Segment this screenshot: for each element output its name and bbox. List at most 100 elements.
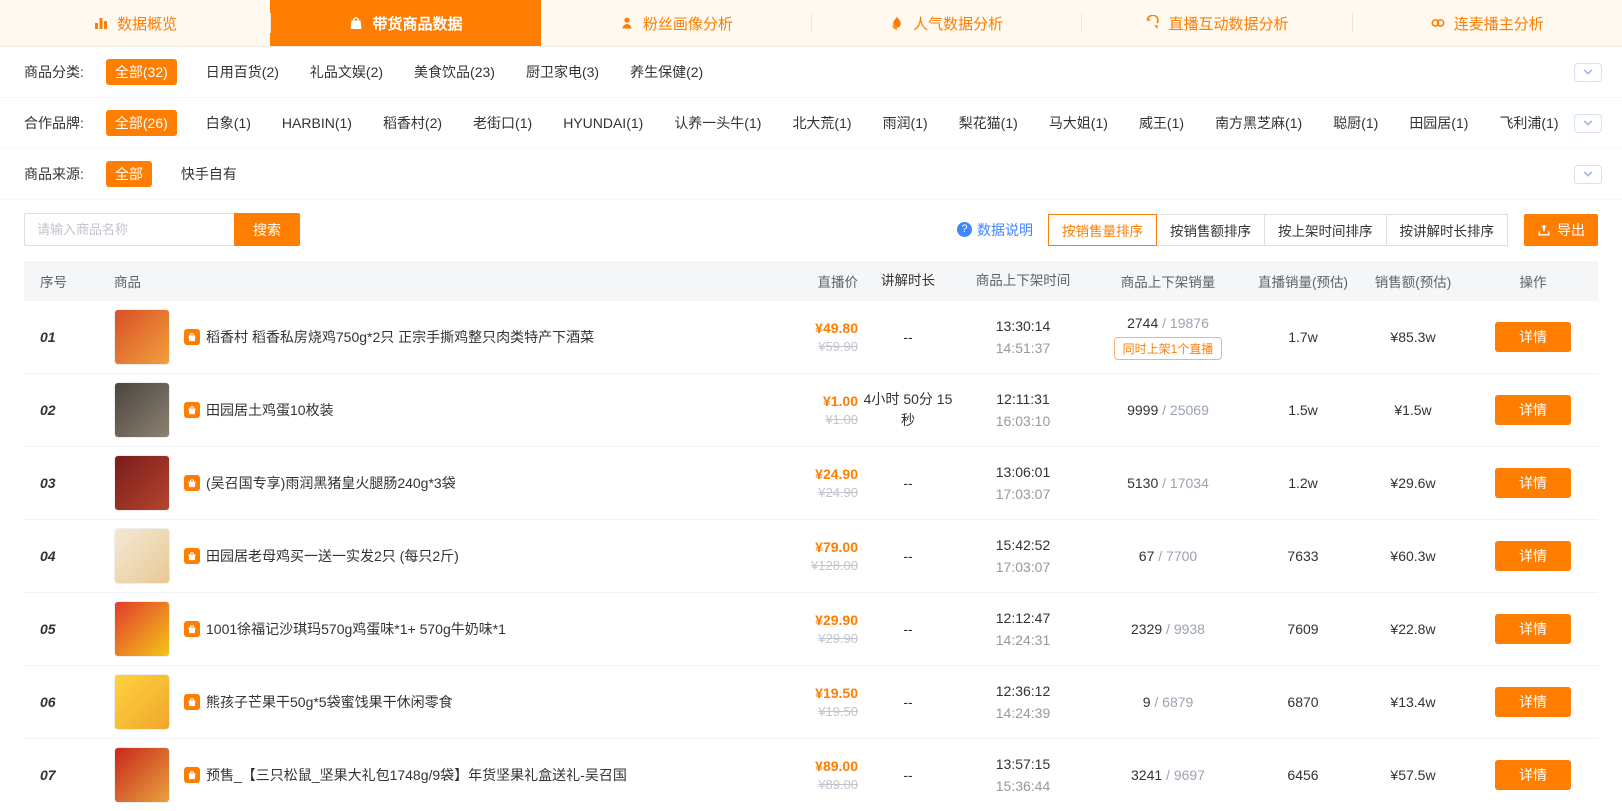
- filter-option[interactable]: 飞利浦(1): [1497, 110, 1560, 136]
- original-price: ¥59.90: [748, 339, 858, 354]
- filter-option[interactable]: HYUNDAI(1): [561, 112, 645, 134]
- shelf-time-cell: 12:12:4714:24:31: [958, 607, 1088, 652]
- sort-button[interactable]: 按讲解时长排序: [1386, 214, 1509, 246]
- filter-option[interactable]: HARBIN(1): [280, 112, 354, 134]
- action-cell: 详情: [1468, 760, 1598, 790]
- product-title[interactable]: 稻香村 稻香私房烧鸡750g*2只 正宗手撕鸡整只肉类特产下酒菜: [206, 327, 594, 347]
- detail-button[interactable]: 详情: [1495, 322, 1571, 352]
- filter-option[interactable]: 田园居(1): [1407, 110, 1470, 136]
- product-title[interactable]: (吴召国专享)雨润黑猪皇火腿肠240g*3袋: [206, 473, 456, 493]
- sort-button[interactable]: 按销售量排序: [1048, 214, 1157, 246]
- shelf-sales: 2744: [1127, 315, 1158, 331]
- data-note-link[interactable]: ? 数据说明: [957, 220, 1033, 240]
- shelf-off-time: 17:03:07: [958, 483, 1088, 505]
- revenue-cell: ¥29.6w: [1358, 475, 1468, 491]
- filter-option[interactable]: 马大姐(1): [1047, 110, 1110, 136]
- filter-option[interactable]: 老街口(1): [471, 110, 534, 136]
- filter-option[interactable]: 全部: [106, 161, 152, 187]
- tab-products[interactable]: 带货商品数据: [270, 0, 540, 46]
- live-price: ¥89.00: [748, 758, 858, 774]
- filter-option[interactable]: 日用百货(2): [204, 59, 281, 85]
- filter-row-brand: 合作品牌: 全部(26) 白象(1) HARBIN(1) 稻香村(2) 老街口(1) HYU…: [0, 98, 1622, 149]
- product-cell: 1001徐福记沙琪玛570g鸡蛋味*1+ 570g牛奶味*1: [94, 601, 748, 657]
- product-title[interactable]: 田园居老母鸡买一送一实发2只 (每只2斤): [206, 546, 459, 566]
- collapse-button[interactable]: [1574, 114, 1602, 133]
- filter-option[interactable]: 雨润(1): [881, 110, 930, 136]
- tab-overview[interactable]: 数据概览: [0, 0, 270, 46]
- live-sales-cell: 7633: [1248, 548, 1358, 564]
- filter-option[interactable]: 稻香村(2): [381, 110, 444, 136]
- row-index: 07: [24, 767, 94, 783]
- live-price: ¥29.90: [748, 612, 858, 628]
- question-icon: ?: [957, 222, 972, 237]
- sort-button-group: 按销售量排序按销售额排序按上架时间排序按讲解时长排序: [1049, 214, 1508, 246]
- column-header: 商品: [94, 271, 748, 291]
- collapse-button[interactable]: [1574, 63, 1602, 82]
- filter-label: 合作品牌:: [24, 113, 84, 133]
- export-button[interactable]: 导出: [1524, 214, 1598, 246]
- tab-interaction[interactable]: 直播互动数据分析: [1081, 0, 1351, 46]
- product-cell: 熊孩子芒果干50g*5袋蜜饯果干休闲零食: [94, 674, 748, 730]
- collapse-button[interactable]: [1574, 165, 1602, 184]
- column-header: 商品上下架销量: [1088, 271, 1248, 291]
- detail-button[interactable]: 详情: [1495, 760, 1571, 790]
- filter-option[interactable]: 南方黑芝麻(1): [1213, 110, 1304, 136]
- filter-option[interactable]: 全部(26): [106, 110, 177, 136]
- row-index: 06: [24, 694, 94, 710]
- detail-button[interactable]: 详情: [1495, 614, 1571, 644]
- sort-button[interactable]: 按销售额排序: [1156, 214, 1265, 246]
- column-header: 商品上下架时间: [958, 270, 1088, 292]
- product-title[interactable]: 田园居土鸡蛋10枚装: [206, 400, 334, 420]
- tab-label: 数据概览: [117, 13, 177, 34]
- detail-button[interactable]: 详情: [1495, 541, 1571, 571]
- filter-option[interactable]: 厨卫家电(3): [524, 59, 601, 85]
- filter-option[interactable]: 白象(1): [204, 110, 253, 136]
- filter-option[interactable]: 全部(32): [106, 59, 177, 85]
- search-input[interactable]: [24, 213, 234, 246]
- original-price: ¥128.00: [748, 558, 858, 573]
- price-cell: ¥29.90¥29.90: [748, 612, 858, 646]
- product-title[interactable]: 熊孩子芒果干50g*5袋蜜饯果干休闲零食: [206, 692, 453, 712]
- detail-button[interactable]: 详情: [1495, 468, 1571, 498]
- action-cell: 详情: [1468, 541, 1598, 571]
- filter-option[interactable]: 北大荒(1): [790, 110, 853, 136]
- tab-fans[interactable]: 粉丝画像分析: [541, 0, 811, 46]
- shop-tag-icon: [184, 767, 200, 783]
- detail-button[interactable]: 详情: [1495, 687, 1571, 717]
- tab-label: 带货商品数据: [372, 13, 462, 34]
- filter-option[interactable]: 礼品文娱(2): [308, 59, 385, 85]
- sort-button[interactable]: 按上架时间排序: [1264, 214, 1387, 246]
- filter-option[interactable]: 养生保健(2): [628, 59, 705, 85]
- live-sales-cell: 1.7w: [1248, 329, 1358, 345]
- table-row: 01稻香村 稻香私房烧鸡750g*2只 正宗手撕鸡整只肉类特产下酒菜¥49.80…: [24, 301, 1598, 374]
- tab-label: 人气数据分析: [913, 13, 1003, 34]
- filter-option[interactable]: 认养一头牛(1): [672, 110, 763, 136]
- table-row: 04田园居老母鸡买一送一实发2只 (每只2斤)¥79.00¥128.00--15…: [24, 520, 1598, 593]
- detail-button[interactable]: 详情: [1495, 395, 1571, 425]
- row-index: 03: [24, 475, 94, 491]
- filter-option[interactable]: 聪厨(1): [1331, 110, 1380, 136]
- product-title[interactable]: 1001徐福记沙琪玛570g鸡蛋味*1+ 570g牛奶味*1: [206, 619, 506, 639]
- original-price: ¥19.50: [748, 704, 858, 719]
- filter-option[interactable]: 梨花猫(1): [957, 110, 1020, 136]
- search-button[interactable]: 搜索: [234, 213, 300, 246]
- tab-co-host[interactable]: 连麦播主分析: [1352, 0, 1622, 46]
- revenue-cell: ¥85.3w: [1358, 329, 1468, 345]
- tab-label: 直播互动数据分析: [1168, 13, 1288, 34]
- filter-option[interactable]: 美食饮品(23): [412, 59, 497, 85]
- tab-popularity[interactable]: 人气数据分析: [811, 0, 1081, 46]
- filter-option[interactable]: 快手自有: [179, 161, 239, 187]
- flame-icon: [889, 15, 905, 31]
- duration-cell: --: [858, 327, 958, 348]
- filter-option[interactable]: 威王(1): [1137, 110, 1186, 136]
- live-price: ¥49.80: [748, 320, 858, 336]
- shelf-time-cell: 12:11:3116:03:10: [958, 388, 1088, 433]
- filter-row-source: 商品来源:全部快手自有: [0, 149, 1622, 200]
- revenue-cell: ¥13.4w: [1358, 694, 1468, 710]
- total-sales: / 17034: [1158, 475, 1209, 491]
- shelf-off-time: 17:03:07: [958, 556, 1088, 578]
- table-row: 03(吴召国专享)雨润黑猪皇火腿肠240g*3袋¥24.90¥24.90--13…: [24, 447, 1598, 520]
- toolbar-right: ? 数据说明 按销售量排序按销售额排序按上架时间排序按讲解时长排序 导出: [957, 214, 1598, 246]
- revenue-cell: ¥22.8w: [1358, 621, 1468, 637]
- product-title[interactable]: 预售_【三只松鼠_坚果大礼包1748g/9袋】年货坚果礼盒送礼-吴召国: [206, 765, 627, 785]
